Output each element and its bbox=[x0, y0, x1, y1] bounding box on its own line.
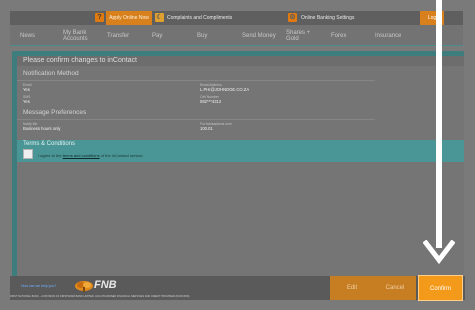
nav-item-my-bank-accounts[interactable]: My Bank Accounts bbox=[63, 25, 88, 46]
complaints-link[interactable]: Complaints and Compliments bbox=[167, 11, 232, 25]
dialog-title: Please confirm changes to inContact bbox=[23, 57, 138, 64]
nav-item-transfer[interactable]: Transfer bbox=[107, 25, 129, 46]
sms-value: Yes bbox=[23, 99, 30, 104]
nav-item-news[interactable]: News bbox=[20, 25, 35, 46]
confirm-button[interactable]: Confirm bbox=[418, 275, 463, 301]
terms-agree-prefix: I agree to the bbox=[38, 153, 63, 158]
divider bbox=[17, 80, 375, 81]
message-preferences-heading: Message Preferences bbox=[23, 109, 87, 116]
cell-number-value: 082***4312 bbox=[200, 99, 222, 104]
terms-heading: Terms & Conditions bbox=[23, 141, 76, 147]
apply-online-button[interactable]: Apply Online Now bbox=[106, 11, 152, 25]
fnb-brand: FNB bbox=[94, 279, 117, 291]
notification-method-heading: Notification Method bbox=[23, 70, 79, 77]
nav-item-buy[interactable]: Buy bbox=[197, 25, 207, 46]
legal-text: FIRST NATIONAL BANK – A DIVISION OF FIRS… bbox=[10, 295, 191, 298]
terms-agree-text: I agree to the terms and conditions of t… bbox=[38, 153, 144, 158]
email-address-value: L.PHI@JOHNDOE.CO.ZA bbox=[200, 87, 250, 92]
amount-threshold-value: 100.01 bbox=[200, 126, 213, 131]
nav-item-forex[interactable]: Forex bbox=[331, 25, 346, 46]
nav-item-pay[interactable]: Pay bbox=[152, 25, 162, 46]
terms-checkbox[interactable] bbox=[23, 149, 33, 159]
arrow-down-icon bbox=[423, 240, 455, 264]
dialog-body bbox=[17, 63, 464, 277]
terms-link[interactable]: terms and conditions bbox=[63, 153, 100, 158]
online-banking-settings-link[interactable]: Online Banking Settings bbox=[301, 11, 354, 25]
top-utility-bar bbox=[10, 11, 463, 25]
cancel-button[interactable]: Cancel bbox=[374, 276, 416, 300]
nav-item-shares-gold[interactable]: Shares + Gold bbox=[286, 25, 310, 46]
gear-icon: ⚙ bbox=[288, 13, 297, 22]
divider bbox=[17, 119, 375, 120]
nav-item-send-money[interactable]: Send Money bbox=[242, 25, 276, 46]
help-link[interactable]: How can we help you? bbox=[21, 284, 56, 288]
help-icon[interactable]: ? bbox=[95, 13, 104, 22]
terms-agree-suffix: of the inContact service. bbox=[99, 153, 144, 158]
moon-icon: ☾ bbox=[155, 13, 164, 22]
fnb-tree-icon bbox=[75, 281, 93, 292]
nav-item-insurance[interactable]: Insurance bbox=[375, 25, 401, 46]
edit-button[interactable]: Edit bbox=[330, 276, 374, 300]
email-value: Yes bbox=[23, 87, 30, 92]
arrow-shaft bbox=[436, 0, 442, 248]
notify-time-value: Business hours only bbox=[23, 126, 61, 131]
terms-section bbox=[17, 140, 464, 162]
